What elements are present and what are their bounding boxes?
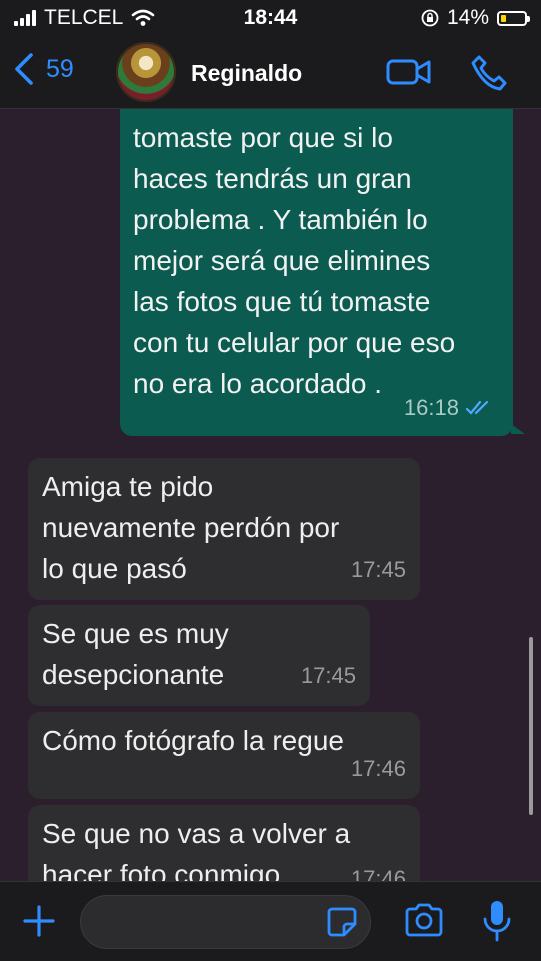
message-time: 16:18 [403, 395, 459, 420]
sticker-icon[interactable] [326, 906, 358, 938]
battery-icon [497, 10, 530, 26]
message-line: tomaste por que si lo [133, 122, 393, 153]
message-time: 17:46 [350, 756, 406, 781]
message-line: las fotos que tú tomaste [133, 286, 431, 317]
bubble-tail [511, 424, 525, 434]
chat-area[interactable]: tomaste por que si lo haces tendrás un g… [0, 109, 541, 881]
status-bar: TELCEL 18:44 14% [0, 0, 541, 36]
back-button[interactable]: 59 [12, 52, 74, 86]
message-line: Amiga te pido [42, 471, 214, 502]
message-meta: 16:18 [404, 387, 493, 428]
message-line: mejor será que elimines [133, 245, 431, 276]
message-time: 17:45 [300, 663, 356, 688]
camera-icon[interactable] [403, 902, 445, 938]
message-line: Se que no vas a volver a [42, 818, 351, 849]
message-bubble-incoming[interactable]: Se que es muy desepcionante 17:45 [28, 605, 370, 706]
phone-icon[interactable] [470, 54, 508, 92]
chat-header: 59 Reginaldo [0, 36, 541, 109]
message-bubble-outgoing[interactable]: tomaste por que si lo haces tendrás un g… [120, 109, 525, 436]
input-bar [0, 881, 541, 961]
read-receipt-icon [465, 400, 489, 415]
message-line: con tu celular por que eso [133, 327, 456, 358]
microphone-icon[interactable] [480, 899, 514, 943]
orientation-lock-icon [421, 9, 439, 27]
message-line: haces tendrás un gran [133, 163, 412, 194]
battery-percent: 14% [446, 6, 489, 29]
message-bubble-incoming[interactable]: Cómo fotógrafo la regue 17:46 [28, 712, 420, 799]
message-time: 17:45 [350, 557, 406, 582]
message-line: nuevamente perdón por [42, 512, 340, 543]
message-time: 17:46 [350, 866, 406, 881]
status-right: 14% [421, 6, 530, 30]
back-chevron-icon [15, 53, 33, 85]
contact-name[interactable]: Reginaldo [191, 60, 302, 87]
message-line: problema . Y también lo [133, 204, 428, 235]
message-bubble-incoming[interactable]: Se que no vas a volver a hacer foto conm… [28, 805, 420, 881]
avatar[interactable] [116, 42, 176, 102]
video-call-icon[interactable] [386, 58, 432, 86]
message-bubble-incoming[interactable]: Amiga te pido nuevamente perdón por lo q… [28, 458, 420, 600]
unread-count: 59 [46, 54, 74, 83]
message-line: Se que es muy [42, 618, 229, 649]
scrollbar[interactable] [529, 637, 533, 815]
plus-icon[interactable] [22, 904, 56, 938]
